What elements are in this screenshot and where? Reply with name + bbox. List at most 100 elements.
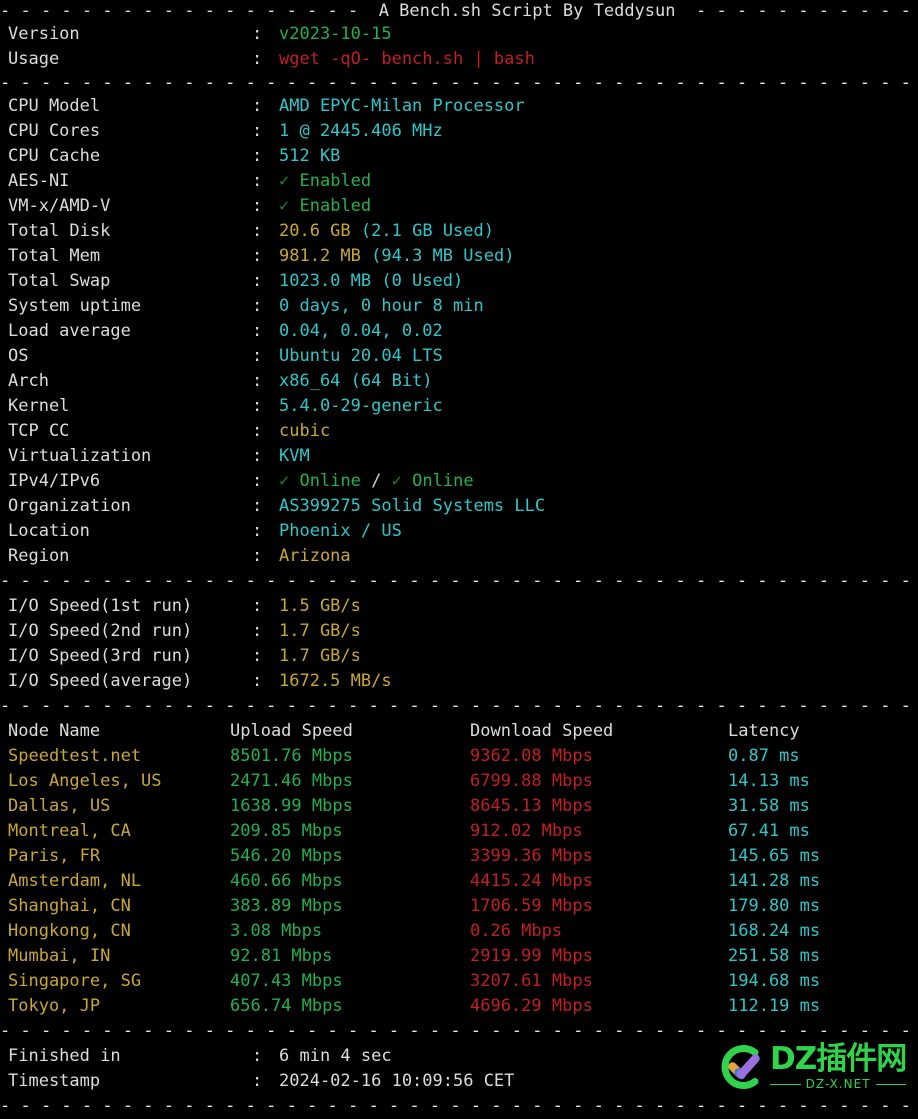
speedtest-upload-speed: 546.20 Mbps — [230, 846, 343, 866]
sysinfo-value: Online — [299, 471, 361, 491]
speedtest-latency: 168.24 ms — [728, 921, 821, 941]
speedtest-upload-speed: 1638.99 Mbps — [230, 796, 353, 816]
sysinfo-row: Location: Phoenix / US — [0, 519, 918, 544]
sysinfo-label: Arch — [8, 371, 49, 391]
speedtest-row: Montreal, CA 209.85 Mbps 912.02 Mbps 67.41 … — [0, 819, 918, 844]
divider: - - - - - - - - - - - - - - - - - - - - … — [0, 571, 911, 591]
speedtest-node-name: Los Angeles, US — [8, 771, 162, 791]
speedtest-node-name: Montreal, CA — [8, 821, 131, 841]
row-colon: : — [252, 421, 263, 441]
sysinfo-row: Organization: AS399275 Solid Systems LLC — [0, 494, 918, 519]
row-colon: : — [252, 396, 263, 416]
column-header-download-speed: Download Speed — [470, 721, 614, 741]
row-colon: : — [252, 546, 263, 566]
row-colon: : — [252, 521, 263, 541]
divider: - - - - - - - - - - - - - - - - - - - - … — [0, 1021, 911, 1041]
speedtest-upload-speed: 460.66 Mbps — [230, 871, 343, 891]
sysinfo-value: AS399275 Solid Systems LLC — [279, 496, 546, 516]
check-icon: ✓ — [279, 471, 290, 491]
sysinfo-value: Phoenix / US — [279, 521, 402, 541]
row-colon: : — [252, 171, 263, 191]
io-speed-row: I/O Speed(2nd run):1.7 GB/s — [0, 619, 918, 644]
version-label: Version — [8, 24, 80, 44]
row-colon: : — [252, 296, 263, 316]
check-icon: ✓ — [391, 471, 402, 491]
footer-label: Timestamp — [8, 1071, 101, 1091]
sysinfo-row: Total Disk:20.6 GB (2.1 GB Used) — [0, 219, 918, 244]
footer-value: 2024-02-16 10:09:56 CET — [279, 1071, 515, 1091]
speedtest-upload-speed: 2471.46 Mbps — [230, 771, 353, 791]
row-colon: : — [252, 24, 263, 44]
sysinfo-label: Organization — [8, 496, 131, 516]
sysinfo-value-secondary: Online — [412, 471, 474, 491]
speedtest-download-speed: 912.02 Mbps — [470, 821, 583, 841]
speedtest-latency: 179.80 ms — [728, 896, 821, 916]
speedtest-node-name: Amsterdam, NL — [8, 871, 142, 891]
io-speed-section: I/O Speed(1st run):1.5 GB/s I/O Speed(2nd… — [0, 594, 918, 694]
sysinfo-value: 1 @ 2445.406 MHz — [279, 121, 443, 141]
sysinfo-row: Kernel:5.4.0-29-generic — [0, 394, 918, 419]
speedtest-latency: 112.19 ms — [728, 996, 821, 1016]
column-header-upload-speed: Upload Speed — [230, 721, 353, 741]
sysinfo-row: Load average:0.04, 0.04, 0.02 — [0, 319, 918, 344]
speedtest-table-header: Node Name Upload Speed Download Speed Laten… — [0, 719, 918, 744]
system-info-section: CPU Model: AMD EPYC-Milan Processor CPU Co… — [0, 94, 918, 569]
column-header-latency: Latency — [728, 721, 800, 741]
row-colon: : — [252, 121, 263, 141]
sysinfo-row: CPU Model: AMD EPYC-Milan Processor — [0, 94, 918, 119]
footer-label: Finished in — [8, 1046, 121, 1066]
sysinfo-value: KVM — [279, 446, 310, 466]
io-speed-label: I/O Speed(1st run) — [8, 596, 193, 616]
sysinfo-label: CPU Cores — [8, 121, 101, 141]
check-icon: ✓ — [279, 196, 290, 216]
sysinfo-row: Total Mem:981.2 MB (94.3 MB Used) — [0, 244, 918, 269]
divider: - - - - - - - - - - - - - - - - - - - - … — [0, 73, 911, 93]
row-colon: : — [252, 471, 263, 491]
speedtest-upload-speed: 383.89 Mbps — [230, 896, 343, 916]
speedtest-download-speed: 9362.08 Mbps — [470, 746, 593, 766]
sysinfo-value: cubic — [279, 421, 331, 441]
row-colon: : — [252, 1071, 263, 1091]
footer-row: Finished in:6 min 4 sec — [0, 1044, 918, 1069]
row-colon: : — [252, 49, 263, 69]
row-colon: : — [252, 246, 263, 266]
sysinfo-value-extra: (2.1 GB Used) — [360, 221, 494, 241]
speedtest-upload-speed: 92.81 Mbps — [230, 946, 333, 966]
divider: - - - - - - - - - - - - - - - - - - - - … — [0, 696, 911, 716]
row-colon: : — [252, 271, 263, 291]
speedtest-latency: 194.68 ms — [728, 971, 821, 991]
sysinfo-value-extra: (94.3 MB Used) — [371, 246, 515, 266]
sysinfo-value: Enabled — [299, 171, 372, 191]
row-colon: : — [252, 221, 263, 241]
speedtest-node-name: Paris, FR — [8, 846, 101, 866]
io-speed-row: I/O Speed(1st run):1.5 GB/s — [0, 594, 918, 619]
io-speed-value: 1.7 GB/s — [279, 646, 361, 666]
speedtest-row: Singapore, SG 407.43 Mbps 3207.61 Mbps 194.… — [0, 969, 918, 994]
row-colon: : — [252, 96, 263, 116]
speedtest-node-name: Tokyo, JP — [8, 996, 101, 1016]
speedtest-latency: 67.41 ms — [728, 821, 810, 841]
sysinfo-label: Kernel — [8, 396, 70, 416]
usage-row: Usage: wget -qO- bench.sh | bash — [0, 47, 918, 72]
sysinfo-label: IPv4/IPv6 — [8, 471, 101, 491]
terminal-window: - - - - - - - - - - - - - - - - - - A Be… — [0, 0, 918, 1116]
speedtest-latency: 0.87 ms — [728, 746, 800, 766]
speedtest-download-speed: 3207.61 Mbps — [470, 971, 593, 991]
sysinfo-label: Total Mem — [8, 246, 101, 266]
sysinfo-row: CPU Cores:1 @ 2445.406 MHz — [0, 119, 918, 144]
speedtest-download-speed: 4696.29 Mbps — [470, 996, 593, 1016]
sysinfo-label: CPU Cache — [8, 146, 101, 166]
sysinfo-row: OS: Ubuntu 20.04 LTS — [0, 344, 918, 369]
speedtest-latency: 145.65 ms — [728, 846, 821, 866]
speedtest-row: Shanghai, CN 383.89 Mbps 1706.59 Mbps 179.8… — [0, 894, 918, 919]
row-colon: : — [252, 321, 263, 341]
speedtest-download-speed: 8645.13 Mbps — [470, 796, 593, 816]
row-colon: : — [252, 371, 263, 391]
speedtest-node-name: Singapore, SG — [8, 971, 142, 991]
speedtest-row: Paris, FR 546.20 Mbps 3399.36 Mbps 145.65 m… — [0, 844, 918, 869]
sysinfo-value: 0.04, 0.04, 0.02 — [279, 321, 443, 341]
speedtest-download-speed: 3399.36 Mbps — [470, 846, 593, 866]
io-speed-label: I/O Speed(average) — [8, 671, 193, 691]
io-speed-row: I/O Speed(average):1672.5 MB/s — [0, 669, 918, 694]
speedtest-node-name: Hongkong, CN — [8, 921, 131, 941]
